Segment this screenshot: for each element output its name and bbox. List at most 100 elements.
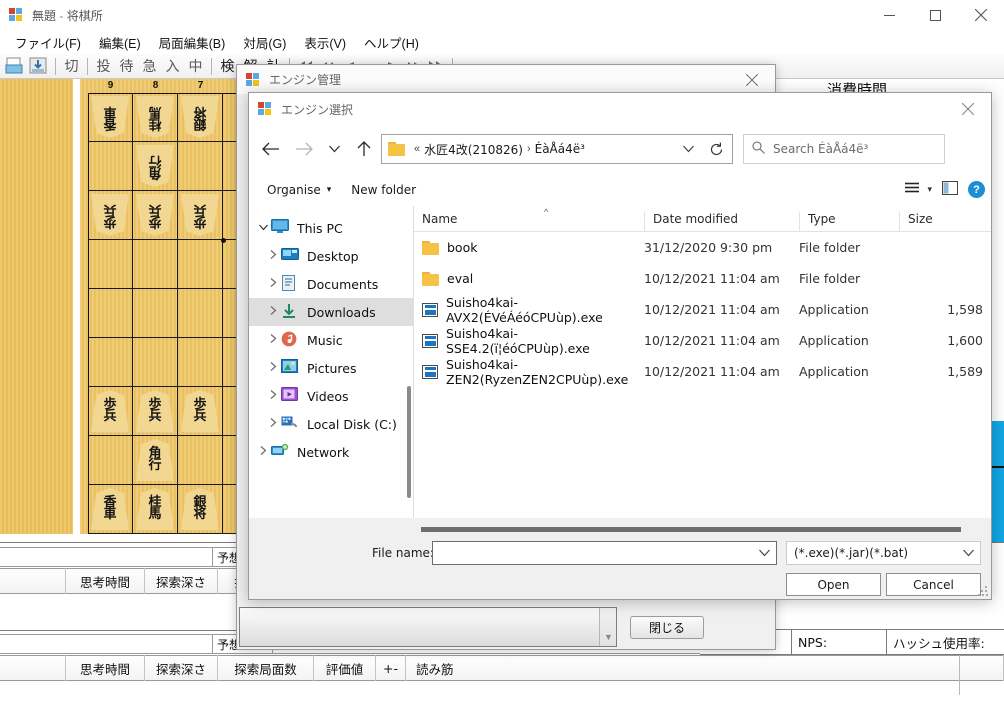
address-bar[interactable]: « 水匠4改(210826) › ÉàÅá4ë³ xyxy=(381,134,733,164)
shogi-piece[interactable]: 香車 xyxy=(91,488,129,530)
file-row[interactable]: Suisho4kai-AVX2(ÉVéÁéóCPUùp).exe 10/12/20… xyxy=(414,294,991,325)
menu-position-edit[interactable]: 局面編集(B) xyxy=(150,30,235,55)
nav-item-documents[interactable]: Documents xyxy=(249,270,413,298)
toolbar-cmd-hurry[interactable]: 急 xyxy=(138,55,161,77)
recent-locations-icon[interactable] xyxy=(321,133,347,165)
nav-item-local-disk-c[interactable]: Local Disk (C:) xyxy=(249,410,413,438)
back-icon[interactable] xyxy=(253,133,287,165)
organise-button[interactable]: Organise ▾ xyxy=(257,183,341,197)
shogi-piece[interactable]: 銀将 xyxy=(181,488,219,530)
nav-item-desktop[interactable]: Desktop xyxy=(249,242,413,270)
engine2-col-plusminus[interactable]: +- xyxy=(376,655,406,681)
file-row[interactable]: Suisho4kai-ZEN2(RyzenZEN2CPUùp).exe 10/12… xyxy=(414,356,991,387)
menu-file[interactable]: ファイル(F) xyxy=(6,30,90,55)
maximize-button[interactable] xyxy=(912,0,958,30)
file-name-cell[interactable]: Suisho4kai-SSE4.2(ï¦éóCPUùp).exe xyxy=(414,326,644,356)
file-name-cell[interactable]: eval xyxy=(414,271,644,286)
shogi-piece[interactable]: 角行 xyxy=(136,145,174,187)
file-row[interactable]: eval 10/12/2021 11:04 am File folder xyxy=(414,263,991,294)
chevron-down-icon[interactable] xyxy=(676,135,700,163)
board-cell[interactable] xyxy=(88,240,133,289)
board-cell[interactable] xyxy=(88,436,133,485)
engine-list-scrollbar[interactable]: ▼ xyxy=(599,608,616,646)
shogi-piece[interactable]: 香車 xyxy=(91,96,129,138)
engine-dialog-close-label-button[interactable]: 閉じる xyxy=(630,616,704,639)
toolbar-cmd-enter[interactable]: 入 xyxy=(161,55,184,77)
board-cell[interactable] xyxy=(178,240,223,289)
file-name-cell[interactable]: book xyxy=(414,240,644,255)
shogi-piece[interactable]: 歩兵 xyxy=(91,194,129,236)
forward-icon[interactable] xyxy=(287,133,321,165)
shogi-piece[interactable]: 歩兵 xyxy=(181,194,219,236)
chevron-down-icon[interactable] xyxy=(255,223,271,234)
file-row[interactable]: Suisho4kai-SSE4.2(ï¦éóCPUùp).exe 10/12/20… xyxy=(414,325,991,356)
shogi-piece[interactable]: 歩兵 xyxy=(181,390,219,432)
file-name-cell[interactable]: Suisho4kai-AVX2(ÉVéÁéóCPUùp).exe xyxy=(414,295,644,325)
up-icon[interactable] xyxy=(347,133,381,165)
chevron-right-icon[interactable] xyxy=(265,334,281,346)
open-button[interactable]: Open xyxy=(786,573,881,596)
help-icon[interactable]: ? xyxy=(968,181,985,198)
board-cell[interactable] xyxy=(178,338,223,387)
board-cell[interactable] xyxy=(88,289,133,338)
cancel-button[interactable]: Cancel xyxy=(886,573,981,596)
close-button[interactable] xyxy=(958,0,1004,30)
board-cell[interactable] xyxy=(178,142,223,191)
chevron-right-icon[interactable] xyxy=(265,306,281,318)
shogi-piece[interactable]: 桂馬 xyxy=(136,96,174,138)
chevron-right-icon[interactable] xyxy=(265,390,281,402)
file-dialog-close-button[interactable] xyxy=(945,93,991,125)
save-file-icon[interactable] xyxy=(27,55,49,77)
preview-pane-icon[interactable] xyxy=(942,181,958,198)
engine2-col-thinktime[interactable]: 思考時間 xyxy=(66,655,145,681)
shogi-piece[interactable]: 銀将 xyxy=(181,96,219,138)
accent-blue-strip[interactable] xyxy=(991,421,1004,543)
toolbar-cmd-wait[interactable]: 待 xyxy=(115,55,138,77)
menu-view[interactable]: 表示(V) xyxy=(295,30,355,55)
board-cell[interactable] xyxy=(178,436,223,485)
board-cell[interactable] xyxy=(178,289,223,338)
column-header-type[interactable]: Type xyxy=(799,212,899,231)
chevron-down-icon[interactable] xyxy=(958,542,978,564)
file-type-filter[interactable]: (*.exe)(*.jar)(*.bat) xyxy=(786,541,981,565)
chevron-down-icon[interactable] xyxy=(754,542,774,564)
refresh-icon[interactable] xyxy=(702,135,730,163)
column-header-name[interactable]: Name xyxy=(414,212,644,231)
komadai-left[interactable] xyxy=(0,79,73,534)
file-name-cell[interactable]: Suisho4kai-ZEN2(RyzenZEN2CPUùp).exe xyxy=(414,357,644,387)
new-folder-button[interactable]: New folder xyxy=(341,183,426,197)
board-cell[interactable] xyxy=(133,289,178,338)
breadcrumb-item-1[interactable]: 水匠4改(210826) xyxy=(424,141,523,158)
engine-list[interactable]: ▼ xyxy=(239,607,617,647)
nav-item-network[interactable]: Network xyxy=(249,438,413,466)
shogi-piece[interactable]: 歩兵 xyxy=(91,390,129,432)
toolbar-cmd-resign[interactable]: 投 xyxy=(92,55,115,77)
file-list-hscrollbar[interactable] xyxy=(421,527,987,533)
nav-item-downloads[interactable]: Downloads xyxy=(249,298,413,326)
open-file-icon[interactable] xyxy=(3,55,25,77)
chevron-down-icon[interactable]: ▾ xyxy=(927,184,932,195)
chevron-right-icon[interactable] xyxy=(255,446,271,458)
nav-item-pictures[interactable]: Pictures xyxy=(249,354,413,382)
filename-input[interactable] xyxy=(432,541,777,565)
hscroll-thumb[interactable] xyxy=(421,527,961,532)
board-cell[interactable] xyxy=(133,338,178,387)
chevron-right-icon[interactable] xyxy=(265,250,281,262)
menu-edit[interactable]: 編集(E) xyxy=(90,30,150,55)
engine2-col-pv[interactable]: 読み筋 xyxy=(406,655,1004,681)
chevron-right-icon[interactable] xyxy=(265,278,281,290)
nav-item-this-pc[interactable]: This PC xyxy=(249,214,413,242)
view-options-icon[interactable] xyxy=(905,182,921,197)
toolbar-cmd-kiri[interactable]: 切 xyxy=(60,55,83,77)
shogi-piece[interactable]: 桂馬 xyxy=(136,488,174,530)
scroll-down-icon[interactable]: ▼ xyxy=(604,632,613,642)
board-cell[interactable] xyxy=(88,142,133,191)
menu-help[interactable]: ヘルプ(H) xyxy=(355,30,428,55)
nav-item-videos[interactable]: Videos xyxy=(249,382,413,410)
resize-grip[interactable] xyxy=(978,586,988,596)
shogi-piece[interactable]: 歩兵 xyxy=(136,390,174,432)
navigation-pane[interactable]: This PC Desktop Documents Downloads Music Pic… xyxy=(249,206,413,518)
engine2-col-depth[interactable]: 探索深さ xyxy=(145,655,218,681)
file-list-pane[interactable]: Name Date modified Type Size ^ book 31/12… xyxy=(414,206,991,518)
minimize-button[interactable] xyxy=(866,0,912,30)
